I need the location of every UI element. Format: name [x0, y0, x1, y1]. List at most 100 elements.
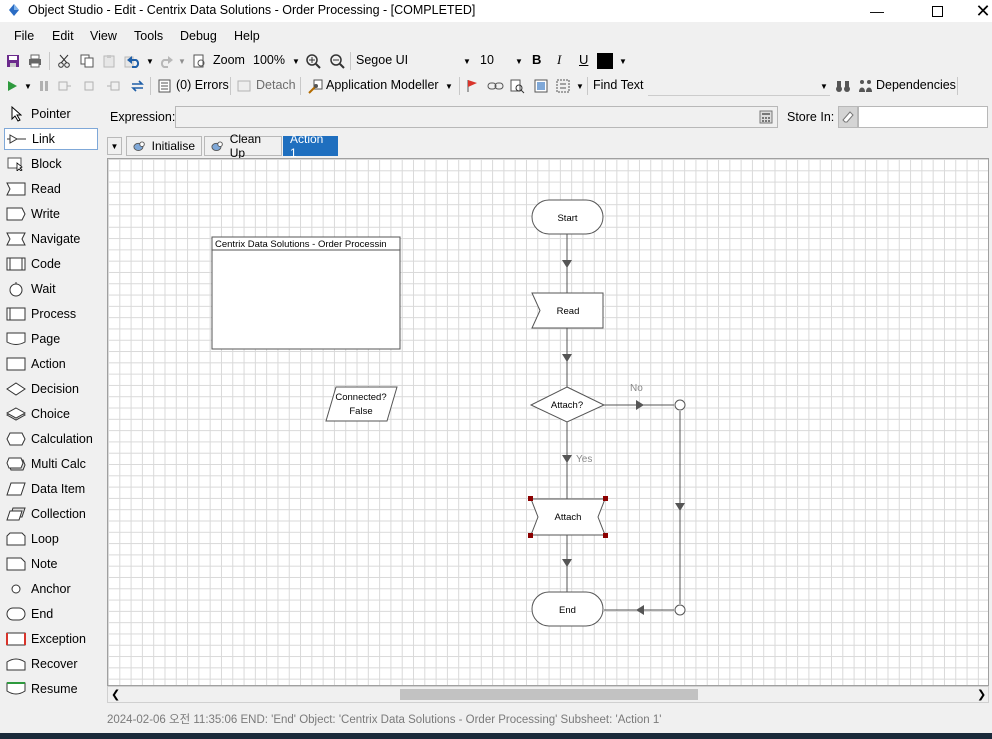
page-icon[interactable]: [532, 77, 550, 95]
palette-decision[interactable]: Decision: [4, 378, 98, 400]
tab-initialise[interactable]: Initialise: [126, 136, 202, 156]
scroll-left-icon[interactable]: ❮: [111, 688, 120, 701]
end-label: End: [559, 605, 576, 616]
save-icon[interactable]: [4, 52, 22, 70]
print-icon[interactable]: [26, 52, 44, 70]
end-stage[interactable]: End: [531, 591, 604, 627]
underline-button[interactable]: U: [579, 52, 588, 67]
font-name-select[interactable]: Segoe UI: [356, 53, 408, 67]
attach-stage[interactable]: Attach: [528, 496, 608, 538]
copy-icon[interactable]: [78, 52, 96, 70]
expression-input[interactable]: [175, 106, 778, 128]
minimize-button[interactable]: —: [854, 0, 900, 22]
menu-tools[interactable]: Tools: [134, 29, 163, 43]
palette-end[interactable]: End: [4, 603, 98, 625]
tab-action-1[interactable]: Action 1: [283, 132, 338, 160]
palette-link[interactable]: Link: [4, 128, 98, 150]
font-color-dropdown-icon[interactable]: ▼: [619, 57, 627, 66]
palette-code[interactable]: Code: [4, 253, 98, 275]
palette-action[interactable]: Action: [4, 353, 98, 375]
palette-note[interactable]: Note: [4, 553, 98, 575]
errors-button[interactable]: (0) Errors: [176, 78, 229, 92]
tabs-dropdown-icon[interactable]: ▼: [107, 137, 122, 155]
reset-icon[interactable]: [128, 77, 146, 95]
store-in-input[interactable]: [858, 106, 988, 128]
close-button[interactable]: ✕: [960, 0, 992, 22]
detach-button[interactable]: Detach: [256, 78, 296, 92]
scroll-right-icon[interactable]: ❯: [977, 688, 986, 701]
zoom-out-icon[interactable]: [328, 52, 346, 70]
palette-block[interactable]: Block: [4, 153, 98, 175]
binoculars-icon[interactable]: [834, 77, 852, 95]
palette-page[interactable]: Page: [4, 328, 98, 350]
palette-read[interactable]: Read: [4, 178, 98, 200]
store-in-eraser-icon[interactable]: [838, 106, 858, 128]
application-modeller-dropdown-icon[interactable]: ▼: [445, 82, 453, 91]
palette-recover[interactable]: Recover: [4, 653, 98, 675]
palette-pointer[interactable]: Pointer: [4, 103, 98, 125]
grid-layout-icon[interactable]: [554, 77, 572, 95]
expression-builder-icon[interactable]: [756, 107, 776, 127]
menu-help[interactable]: Help: [234, 29, 260, 43]
palette-navigate[interactable]: Navigate: [4, 228, 98, 250]
zoom-select[interactable]: 100%: [253, 53, 285, 67]
palette-calculation[interactable]: Calculation: [4, 428, 98, 450]
dependencies-button[interactable]: Dependencies: [876, 78, 956, 92]
data-item-value: False: [349, 406, 372, 417]
italic-button[interactable]: I: [557, 52, 561, 68]
start-stage[interactable]: Start: [531, 199, 604, 235]
palette-write[interactable]: Write: [4, 203, 98, 225]
palette-data-item[interactable]: Data Item: [4, 478, 98, 500]
grid-layout-dropdown-icon[interactable]: ▼: [576, 82, 584, 91]
find-text-dropdown-icon[interactable]: ▼: [820, 82, 828, 91]
tab-clean-up[interactable]: Clean Up: [204, 132, 282, 160]
decision-stage[interactable]: Attach?: [529, 386, 606, 423]
diagram-canvas[interactable]: No Yes Centrix Data Solutions - Order Pr…: [107, 158, 989, 686]
zoom-dropdown-icon[interactable]: ▼: [292, 57, 300, 66]
pause-icon[interactable]: [36, 77, 52, 95]
font-size-dropdown-icon[interactable]: ▼: [515, 57, 523, 66]
block-stage[interactable]: Centrix Data Solutions - Order Processin: [211, 236, 401, 350]
font-color-swatch[interactable]: [597, 53, 613, 69]
palette-choice[interactable]: Choice: [4, 403, 98, 425]
zoom-in-icon[interactable]: [304, 52, 322, 70]
palette-loop[interactable]: Loop: [4, 528, 98, 550]
read-stage[interactable]: Read: [531, 292, 604, 329]
font-size-select[interactable]: 10: [480, 53, 494, 67]
palette-wait[interactable]: Wait: [4, 278, 98, 300]
menu-debug[interactable]: Debug: [180, 29, 217, 43]
scrollbar-thumb[interactable]: [400, 689, 698, 700]
palette-exception[interactable]: Exception: [4, 628, 98, 650]
anchor-node-bottom[interactable]: [674, 604, 686, 616]
redo-dropdown-icon[interactable]: ▼: [178, 57, 186, 66]
palette-collection[interactable]: Collection: [4, 503, 98, 525]
step-icon[interactable]: [56, 77, 74, 95]
horizontal-scrollbar[interactable]: ❮ ❯: [107, 686, 989, 703]
palette-multi-calc[interactable]: Multi Calc: [4, 453, 98, 475]
cut-icon[interactable]: [55, 52, 73, 70]
link-chain-icon[interactable]: [485, 77, 505, 95]
find-text-input[interactable]: [648, 75, 830, 96]
font-name-dropdown-icon[interactable]: ▼: [463, 57, 471, 66]
breakpoint-flag-icon[interactable]: [464, 77, 480, 95]
data-item-stage[interactable]: Connected? False: [325, 386, 398, 422]
redo-icon[interactable]: [156, 52, 176, 70]
find-references-icon[interactable]: [508, 77, 526, 95]
undo-dropdown-icon[interactable]: ▼: [146, 57, 154, 66]
palette-process[interactable]: Process: [4, 303, 98, 325]
bold-button[interactable]: B: [532, 52, 541, 67]
application-modeller-button[interactable]: Application Modeller: [326, 78, 439, 92]
step-over-icon[interactable]: [80, 77, 98, 95]
palette-resume[interactable]: Resume: [4, 678, 98, 700]
anchor-node-top[interactable]: [674, 399, 686, 411]
run-icon[interactable]: [4, 77, 20, 95]
menu-file[interactable]: File: [14, 29, 34, 43]
menu-edit[interactable]: Edit: [52, 29, 74, 43]
undo-icon[interactable]: [124, 52, 144, 70]
menu-view[interactable]: View: [90, 29, 117, 43]
paste-icon[interactable]: [100, 52, 118, 70]
run-dropdown-icon[interactable]: ▼: [24, 82, 32, 91]
palette-anchor[interactable]: Anchor: [4, 578, 98, 600]
maximize-button[interactable]: [914, 0, 960, 22]
step-out-icon[interactable]: [104, 77, 122, 95]
